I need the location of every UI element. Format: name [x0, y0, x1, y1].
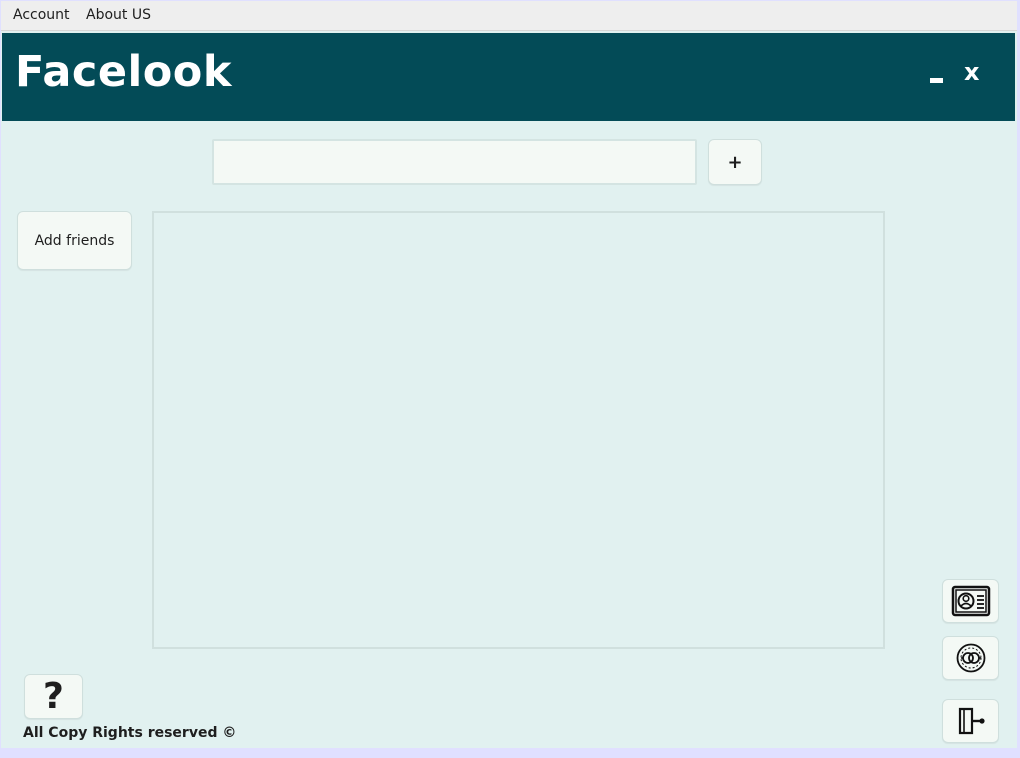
logout-icon [956, 706, 986, 736]
menu-item-account[interactable]: Account [13, 7, 70, 23]
app-header: Facelook x [2, 33, 1015, 121]
footer-copyright: All Copy Rights reserved © [23, 725, 237, 741]
minimize-button[interactable] [930, 55, 944, 95]
help-button[interactable]: ? [24, 674, 83, 719]
menu-bar: Account About US [1, 1, 1017, 31]
profile-button[interactable] [942, 579, 999, 623]
menu-item-about-us[interactable]: About US [86, 7, 151, 23]
app-window: Account About US Facelook x + Add friend… [1, 1, 1017, 748]
close-button[interactable]: x [964, 58, 979, 86]
logout-button[interactable] [942, 699, 999, 743]
profile-card-icon [951, 585, 991, 617]
app-title: Facelook [15, 47, 232, 97]
add-button[interactable]: + [708, 139, 762, 185]
search-input[interactable] [212, 139, 697, 185]
add-friends-button[interactable]: Add friends [17, 211, 132, 270]
settings-button[interactable] [942, 636, 999, 680]
settings-dial-icon [955, 642, 987, 674]
content-panel [152, 211, 885, 649]
help-icon: ? [43, 676, 64, 717]
minimize-icon [930, 78, 943, 83]
